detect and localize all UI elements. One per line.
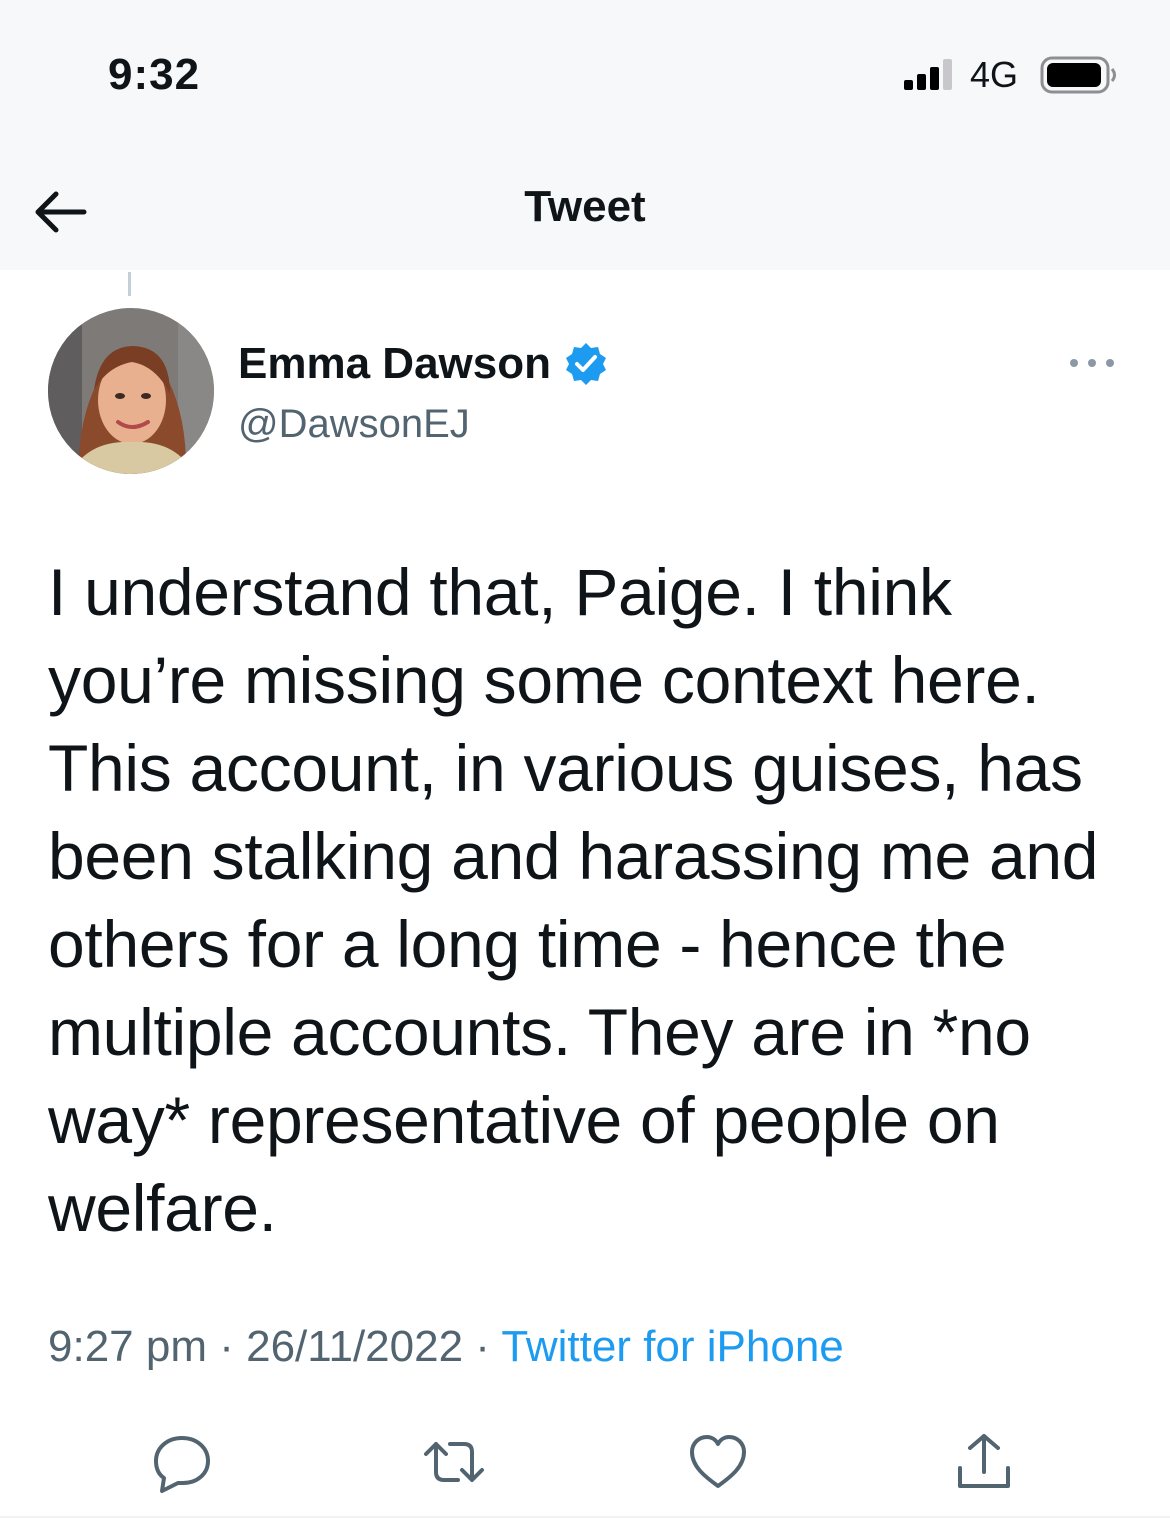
more-options-icon[interactable] <box>1062 348 1122 378</box>
tweet-text-line: been stalking and harassing me and <box>48 819 1099 893</box>
like-icon[interactable] <box>686 1430 750 1494</box>
tweet-text-line: others for a long time - hence the <box>48 907 1007 981</box>
share-icon[interactable] <box>952 1430 1016 1494</box>
status-time: 9:32 <box>108 50 201 99</box>
divider <box>0 1516 1170 1518</box>
battery-icon <box>1040 56 1116 94</box>
author-name[interactable]: Emma Dawson <box>238 339 551 389</box>
top-nav: Tweet <box>0 150 1170 270</box>
tweet-text-line: I understand that, Paige. I think <box>48 555 952 629</box>
tweet-text-line: multiple accounts. They are in *no <box>48 995 1031 1069</box>
tweet-meta: 9:27 pm · 26/11/2022 · Twitter for iPhon… <box>48 1322 844 1372</box>
tweet-text-line: way* representative of people on <box>48 1083 1000 1157</box>
author-handle[interactable]: @DawsonEJ <box>238 402 470 447</box>
author-row: Emma Dawson <box>238 338 609 390</box>
status-bar: 9:32 4G <box>0 0 1170 150</box>
tweet-time[interactable]: 9:27 pm <box>48 1322 207 1371</box>
meta-separator: · <box>219 1322 234 1371</box>
tweet-text: I understand that, Paige. I think you’re… <box>48 548 1138 1252</box>
tweet-date[interactable]: 26/11/2022 <box>246 1322 463 1371</box>
reply-icon[interactable] <box>150 1430 214 1494</box>
tweet-text-line: you’re missing some context here. <box>48 643 1040 717</box>
tweet-text-line: welfare. <box>48 1171 277 1245</box>
tweet-text-line: This account, in various guises, has <box>48 731 1083 805</box>
verified-badge-icon <box>565 343 606 385</box>
signal-icon <box>904 59 952 90</box>
tweet-source[interactable]: Twitter for iPhone <box>501 1322 843 1371</box>
page-title: Tweet <box>524 182 646 231</box>
network-type: 4G <box>970 54 1019 95</box>
action-bar <box>0 1420 1170 1504</box>
thread-line <box>128 272 131 296</box>
avatar[interactable] <box>48 308 214 474</box>
retweet-icon[interactable] <box>422 1430 486 1494</box>
meta-separator: · <box>475 1322 490 1371</box>
